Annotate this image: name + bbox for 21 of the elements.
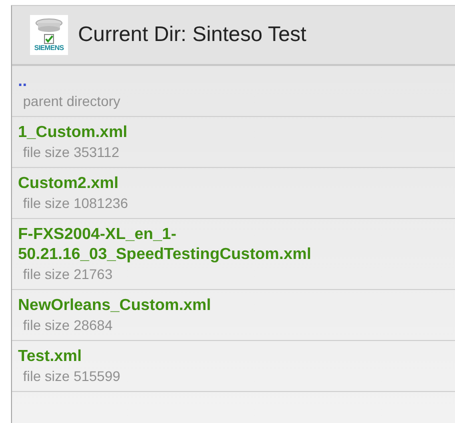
file-name: 1_Custom.xml — [18, 123, 128, 143]
file-detail: file size 28684 — [22, 316, 113, 335]
file-list-item[interactable]: F-FXS2004-XL_en_1-50.21.16_03_SpeedTestingCustom.xml file size 21763 — [12, 219, 455, 290]
file-name: Custom2.xml — [18, 174, 118, 194]
file-detail: file size 21763 — [22, 265, 113, 284]
file-name: NewOrleans_Custom.xml — [18, 296, 211, 316]
smoke-detector-icon — [34, 17, 64, 33]
file-detail: file size 515599 — [22, 367, 120, 386]
file-list-item[interactable]: Test.xml file size 515599 — [12, 341, 455, 392]
file-list-item[interactable]: 1_Custom.xml file size 353112 — [12, 117, 455, 168]
file-name: .. — [18, 72, 27, 92]
checkbox-icon — [44, 34, 54, 44]
file-detail: file size 353112 — [22, 143, 120, 162]
file-name: F-FXS2004-XL_en_1-50.21.16_03_SpeedTestingCustom.xml — [18, 225, 312, 265]
window-title: Current Dir: Sinteso Test — [78, 23, 306, 47]
file-list-item[interactable]: Custom2.xml file size 1081236 — [12, 168, 455, 219]
file-list-item[interactable]: NewOrleans_Custom.xml file size 28684 — [12, 290, 455, 341]
file-detail: file size 1081236 — [22, 194, 128, 213]
file-list-item[interactable]: .. parent directory — [12, 66, 455, 117]
file-name: Test.xml — [18, 347, 82, 367]
file-detail: parent directory — [22, 92, 120, 111]
